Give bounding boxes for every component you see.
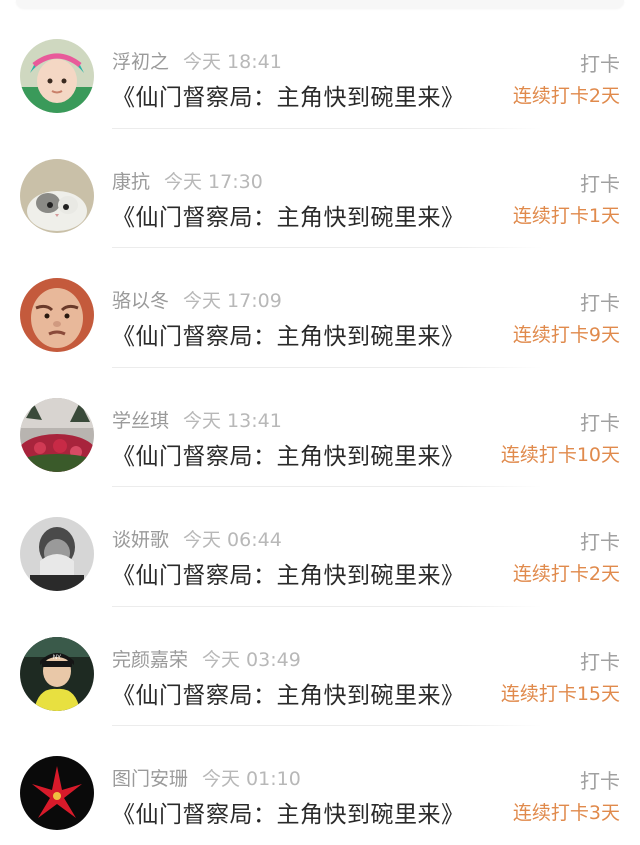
top-card-edge: [16, 0, 624, 8]
avatar-girl-hat-icon[interactable]: [20, 39, 94, 113]
avatar-red-flower-icon[interactable]: [20, 756, 94, 830]
streak-badge: 连续打卡1天: [512, 204, 620, 227]
user-name[interactable]: 浮初之: [112, 51, 169, 73]
list-item[interactable]: NY 完颜嘉荣 今天 03:49 《仙门督察局：主角快到碗里来》 打卡 连续打卡1…: [0, 606, 640, 726]
checkin-label: 打卡: [580, 291, 620, 315]
user-name[interactable]: 谈妍歌: [112, 529, 169, 551]
book-title[interactable]: 《仙门督察局：主角快到碗里来》: [112, 437, 465, 471]
list-item[interactable]: 浮初之 今天 18:41 《仙门督察局：主角快到碗里来》 打卡 连续打卡2天: [0, 8, 640, 129]
streak-badge: 连续打卡2天: [512, 563, 620, 585]
list-item[interactable]: 骆以冬 今天 17:09 《仙门督察局：主角快到碗里来》 打卡 连续打卡9天: [0, 247, 640, 368]
book-title[interactable]: 《仙门督察局：主角快到碗里来》: [112, 556, 465, 590]
timestamp: 今天 18:41: [183, 51, 282, 73]
svg-text:NY: NY: [53, 655, 61, 661]
avatar-bw-person-icon[interactable]: [20, 517, 94, 591]
avatar-baby-icon[interactable]: [20, 278, 94, 352]
book-title[interactable]: 《仙门督察局：主角快到碗里来》: [112, 317, 465, 351]
timestamp: 今天 01:10: [202, 768, 301, 790]
user-name[interactable]: 学丝琪: [112, 410, 169, 432]
timestamp: 今天 03:49: [202, 648, 301, 671]
book-title[interactable]: 《仙门督察局：主角快到碗里来》: [112, 198, 465, 232]
timestamp: 今天 06:44: [183, 529, 282, 551]
avatar-flowers-icon[interactable]: [20, 397, 94, 472]
list-item[interactable]: 图门安珊 今天 01:10 《仙门督察局：主角快到碗里来》 打卡 连续打卡3天: [0, 725, 640, 845]
streak-badge: 连续打卡15天: [500, 682, 620, 705]
checkin-label: 打卡: [580, 410, 620, 435]
avatar-cap-person-icon[interactable]: NY: [20, 636, 94, 711]
book-title[interactable]: 《仙门督察局：主角快到碗里来》: [112, 795, 465, 829]
user-name[interactable]: 完颜嘉荣: [112, 649, 188, 671]
streak-badge: 连续打卡10天: [500, 443, 620, 466]
timestamp: 今天 17:09: [183, 290, 282, 312]
checkin-label: 打卡: [580, 52, 620, 76]
streak-badge: 连续打卡3天: [512, 802, 620, 824]
checkin-label: 打卡: [580, 769, 620, 793]
list-item[interactable]: 学丝琪 今天 13:41 《仙门督察局：主角快到碗里来》 打卡 连续打卡10天: [0, 367, 640, 487]
list-item[interactable]: 谈妍歌 今天 06:44 《仙门督察局：主角快到碗里来》 打卡 连续打卡2天: [0, 486, 640, 607]
user-name[interactable]: 骆以冬: [112, 290, 169, 312]
list-item[interactable]: 康抗 今天 17:30 《仙门督察局：主角快到碗里来》 打卡 连续打卡1天: [0, 128, 640, 248]
timestamp: 今天 13:41: [183, 409, 282, 432]
streak-badge: 连续打卡2天: [512, 85, 620, 107]
checkin-label: 打卡: [580, 649, 620, 674]
checkin-label: 打卡: [580, 530, 620, 554]
user-name[interactable]: 图门安珊: [112, 768, 188, 790]
avatar-cat-icon[interactable]: [20, 158, 94, 233]
streak-badge: 连续打卡9天: [512, 324, 620, 346]
checkin-label: 打卡: [580, 171, 620, 196]
book-title[interactable]: 《仙门督察局：主角快到碗里来》: [112, 78, 465, 112]
book-title[interactable]: 《仙门督察局：主角快到碗里来》: [112, 676, 465, 710]
user-name[interactable]: 康抗: [112, 171, 150, 193]
timestamp: 今天 17:30: [164, 170, 263, 193]
